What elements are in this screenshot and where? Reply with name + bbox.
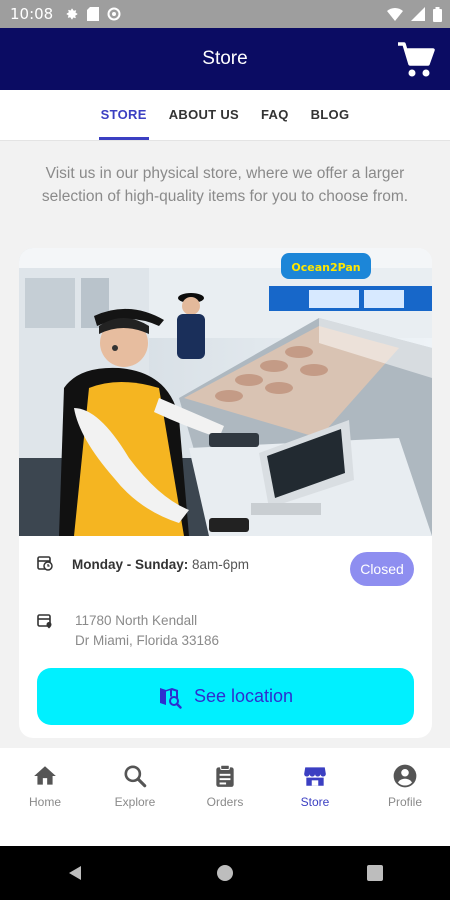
- cart-icon[interactable]: [396, 40, 436, 80]
- address-line-1: 11780 North Kendall: [75, 613, 198, 628]
- store-photo: Ocean2Pan: [19, 248, 432, 536]
- nav-explore-label: Explore: [114, 795, 156, 809]
- see-location-button[interactable]: See location: [37, 668, 414, 725]
- sd-card-icon: [87, 7, 100, 21]
- nav-profile-label: Profile: [387, 795, 422, 809]
- calendar-clock-icon: [37, 556, 53, 571]
- hours-value: 8am-6pm: [192, 557, 250, 572]
- see-location-label: See location: [193, 686, 294, 706]
- search-icon: [124, 765, 147, 788]
- nav-orders-label: Orders: [206, 795, 244, 809]
- store-card: Ocean2Pan Monday - Sunday: 8am-6pm Close…: [19, 248, 432, 738]
- recents-icon[interactable]: [366, 864, 384, 882]
- store-hours-text: Monday - Sunday: 8am-6pm: [72, 557, 249, 572]
- status-time: 10:08: [10, 5, 54, 23]
- status-left-icons: [65, 7, 121, 21]
- tab-about-us[interactable]: ABOUT US: [167, 90, 241, 140]
- map-search-icon: [159, 687, 182, 709]
- home-button-icon[interactable]: [216, 864, 234, 882]
- nav-profile[interactable]: Profile: [360, 748, 450, 846]
- nav-home[interactable]: Home: [0, 748, 90, 846]
- data-saver-icon: [107, 7, 121, 21]
- nav-orders[interactable]: Orders: [180, 748, 270, 846]
- page-title: Store: [202, 48, 248, 69]
- hours-label: Monday - Sunday:: [72, 557, 189, 572]
- tab-faq[interactable]: FAQ: [259, 90, 291, 140]
- nav-store-label: Store: [300, 795, 330, 809]
- status-right-icons: [387, 6, 442, 22]
- system-nav-bar: [0, 846, 450, 900]
- nav-store[interactable]: Store: [270, 748, 360, 846]
- address-line-2: Dr Miami, Florida 33186: [75, 633, 220, 648]
- back-icon[interactable]: [66, 864, 84, 882]
- home-icon: [34, 766, 56, 785]
- settings-icon: [66, 8, 78, 20]
- app-bar: Store: [0, 28, 450, 90]
- svg-text:Ocean2Pan: Ocean2Pan: [291, 261, 360, 274]
- nav-home-label: Home: [28, 795, 61, 809]
- status-bar: 10:08: [0, 0, 450, 28]
- store-hours-row: Monday - Sunday: 8am-6pm Closed: [19, 552, 432, 595]
- store-address: 11780 North Kendall Dr Miami, Florida 33…: [75, 611, 275, 651]
- store-sign: Ocean2Pan: [281, 253, 371, 279]
- nav-explore[interactable]: Explore: [90, 748, 180, 846]
- signal-icon: [411, 7, 425, 21]
- status-badge: Closed: [350, 552, 414, 586]
- tab-blog[interactable]: BLOG: [309, 90, 352, 140]
- tab-store[interactable]: STORE: [98, 90, 149, 140]
- store-icon: [304, 767, 326, 786]
- bottom-nav: Home Explore Orders Store Profile: [0, 748, 450, 846]
- store-address-row: 11780 North Kendall Dr Miami, Florida 33…: [19, 611, 432, 661]
- profile-icon: [393, 764, 417, 788]
- orders-icon: [216, 764, 234, 787]
- store-tabs: STORE ABOUT US FAQ BLOG: [0, 90, 450, 141]
- location-card-icon: [37, 614, 52, 629]
- battery-icon: [433, 6, 442, 22]
- wifi-icon: [387, 8, 403, 21]
- store-intro-text: Visit us in our physical store, where we…: [41, 165, 409, 205]
